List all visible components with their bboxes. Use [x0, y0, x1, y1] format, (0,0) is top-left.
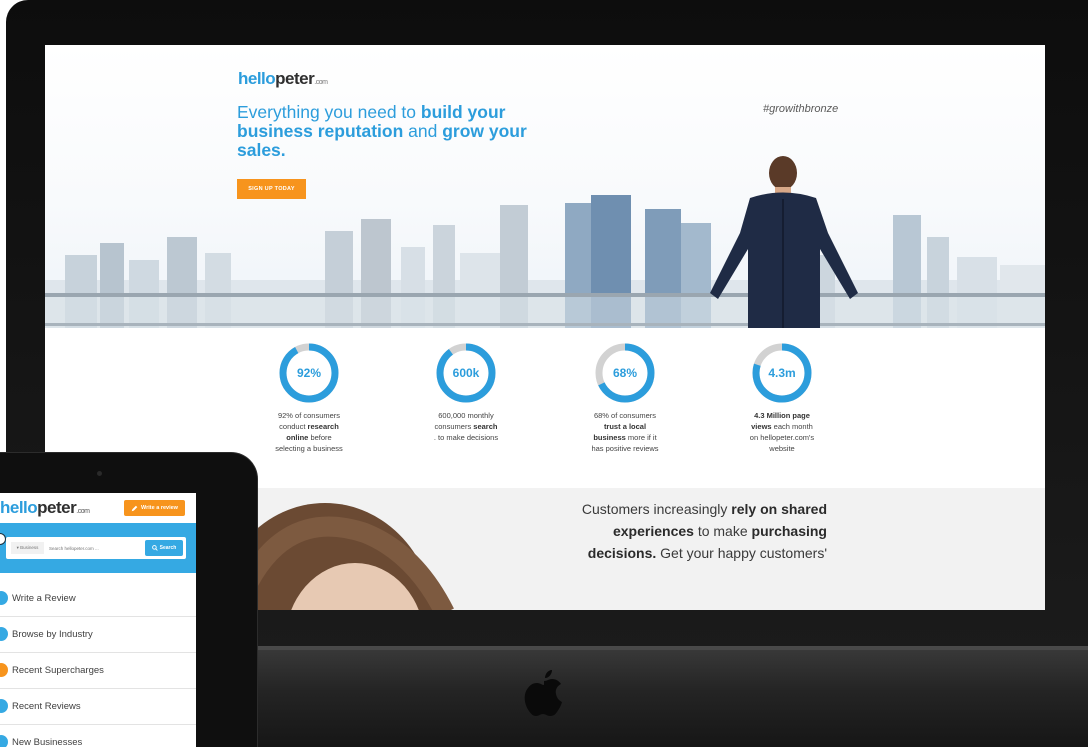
menu-item-label: Write a Review: [12, 593, 76, 604]
search-bar-section: ▾ Business Search: [0, 523, 196, 573]
headline-part1: Everything you need to: [237, 102, 421, 122]
menu-item-new-businesses[interactable]: New Businesses: [0, 725, 196, 747]
write-review-label: Write a review: [141, 505, 178, 511]
testimonial-quote: Customers increasingly rely on shared ex…: [581, 501, 827, 561]
search-button-label: Search: [159, 545, 177, 551]
hero-section: hellopeter.com Everything you need to bu…: [45, 45, 1045, 328]
stat-value: 4.3m: [768, 366, 796, 380]
menu-bullet-icon: [0, 699, 8, 713]
stat-description: 92% of consumers conduct research online…: [275, 411, 343, 453]
scene: hellopeter.com Everything you need to bu…: [0, 0, 1088, 747]
mobile-menu: Write a Review Browse by Industry Recent…: [0, 581, 196, 747]
businessman-image: [710, 156, 858, 328]
apple-logo-icon: [524, 670, 562, 716]
stat-ring: 68%: [594, 342, 656, 404]
site-logo[interactable]: hellopeter.com: [238, 69, 328, 89]
menu-item-label: Recent Supercharges: [12, 665, 104, 676]
stat-description: 600,000 monthly consumers search . to ma…: [433, 411, 499, 442]
stat-item: 68% 68% of consumers trust a local busin…: [570, 342, 680, 454]
menu-bullet-icon: [0, 591, 8, 605]
mobile-logo[interactable]: hellopeter.com: [0, 498, 90, 518]
stat-description: 68% of consumers trust a local business …: [591, 411, 659, 453]
stat-description: 4.3 Million page views each month on hel…: [749, 411, 815, 453]
menu-item-recent-reviews[interactable]: Recent Reviews: [0, 689, 196, 725]
menu-item-label: Recent Reviews: [12, 701, 81, 712]
stat-item: 92% 92% of consumers conduct research on…: [254, 342, 364, 454]
search-form: ▾ Business Search: [6, 537, 186, 559]
mobile-header: hellopeter.com Write a review: [0, 493, 196, 523]
hashtag-text: #growithbronze: [763, 103, 839, 115]
menu-item-label: Browse by Industry: [12, 629, 93, 640]
stat-item: 600k 600,000 monthly consumers search . …: [411, 342, 521, 443]
menu-item-browse-industry[interactable]: Browse by Industry: [0, 617, 196, 653]
logo-part-a: hello: [238, 69, 276, 88]
balcony-railing: [45, 293, 1045, 328]
menu-bullet-icon: [0, 735, 8, 747]
stat-ring: 92%: [278, 342, 340, 404]
search-icon: [151, 545, 158, 551]
search-button[interactable]: Search: [145, 540, 183, 556]
category-select[interactable]: ▾ Business: [11, 542, 44, 554]
write-review-button[interactable]: Write a review: [124, 500, 185, 516]
stat-item: 4.3m 4.3 Million page views each month o…: [727, 342, 837, 454]
menu-item-label: New Businesses: [12, 737, 83, 747]
logo-part-b: peter: [37, 498, 77, 517]
menu-item-recent-supercharges[interactable]: Recent Supercharges: [0, 653, 196, 689]
logo-suffix: .com: [314, 79, 328, 86]
pencil-icon: [131, 505, 138, 511]
stat-value: 600k: [452, 366, 480, 380]
stat-ring: 600k: [435, 342, 497, 404]
headline-part3: and: [403, 121, 443, 141]
stat-ring: 4.3m: [751, 342, 813, 404]
logo-suffix: .com: [76, 508, 90, 515]
ipad-screen: hellopeter.com Write a review ▾ Business…: [0, 493, 196, 747]
ipad-device: hellopeter.com Write a review ▾ Business…: [0, 453, 257, 747]
logo-part-b: peter: [275, 69, 315, 88]
menu-item-write-review[interactable]: Write a Review: [0, 581, 196, 617]
hero-headline: Everything you need to build your busine…: [237, 103, 527, 160]
menu-bullet-icon: [0, 663, 8, 677]
menu-bullet-icon: [0, 627, 8, 641]
ipad-camera: [97, 471, 102, 476]
stat-value: 68%: [612, 366, 638, 380]
logo-part-a: hello: [0, 498, 38, 517]
search-input[interactable]: [46, 542, 142, 554]
signup-button[interactable]: SIGN UP TODAY: [237, 179, 306, 199]
stat-value: 92%: [296, 366, 322, 380]
